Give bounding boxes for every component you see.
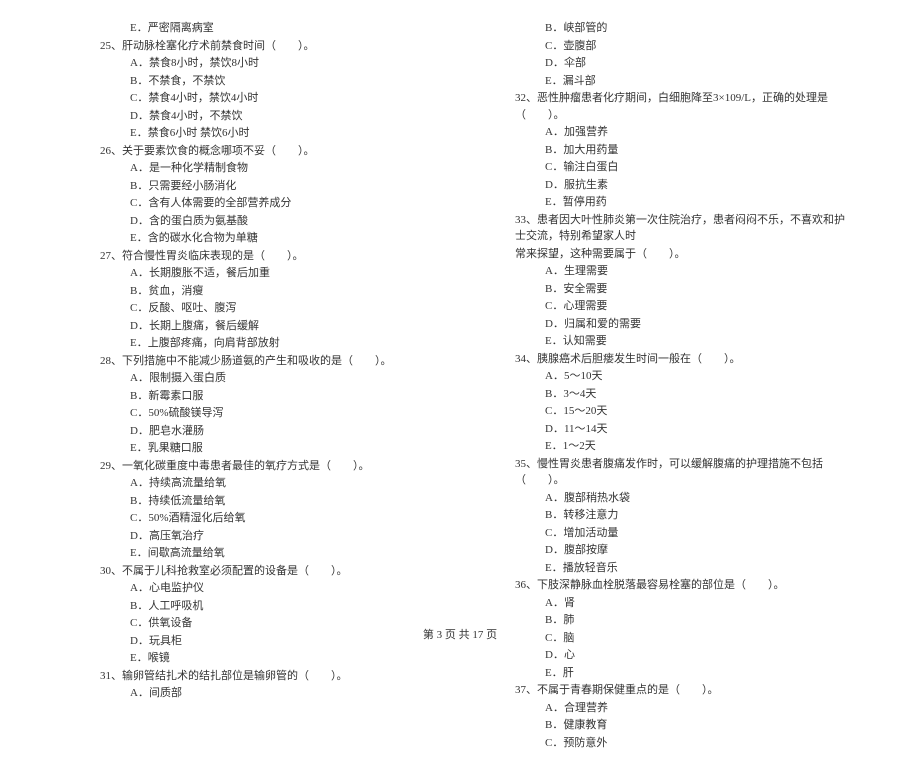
question-item: 25、肝动脉栓塞化疗术前禁食时间（ ）。 bbox=[100, 38, 435, 55]
option-item: D．腹部按摩 bbox=[515, 542, 850, 559]
question-item: 32、恶性肿瘤患者化疗期间，白细胞降至3×109/L，正确的处理是（ ）。 bbox=[515, 90, 850, 123]
option-item: A．加强营养 bbox=[515, 124, 850, 141]
option-item: E．严密隔离病室 bbox=[100, 20, 435, 37]
option-item: D．长期上腹痛，餐后缓解 bbox=[100, 318, 435, 335]
option-item: D．服抗生素 bbox=[515, 177, 850, 194]
option-item: C．50%硫酸镁导泻 bbox=[100, 405, 435, 422]
option-item: E．喉镜 bbox=[100, 650, 435, 667]
option-item: A．是一种化学精制食物 bbox=[100, 160, 435, 177]
option-item: C．禁食4小时，禁饮4小时 bbox=[100, 90, 435, 107]
question-item: 34、胰腺癌术后胆瘘发生时间一般在（ ）。 bbox=[515, 351, 850, 368]
option-item: E．乳果糖口服 bbox=[100, 440, 435, 457]
footer-text: 第 3 页 共 17 页 bbox=[423, 629, 497, 641]
option-item: D．肥皂水灌肠 bbox=[100, 423, 435, 440]
option-item: C．输注白蛋白 bbox=[515, 159, 850, 176]
option-item: D．禁食4小时，不禁饮 bbox=[100, 108, 435, 125]
option-item: B．持续低流量给氧 bbox=[100, 493, 435, 510]
option-item: A．合理营养 bbox=[515, 700, 850, 717]
option-item: B．转移注意力 bbox=[515, 507, 850, 524]
option-item: A．肾 bbox=[515, 595, 850, 612]
option-item: C．心理需要 bbox=[515, 298, 850, 315]
option-item: A．限制摄入蛋白质 bbox=[100, 370, 435, 387]
option-item: B．贫血，消瘦 bbox=[100, 283, 435, 300]
option-item: E．上腹部疼痛，向肩背部放射 bbox=[100, 335, 435, 352]
option-item: D．含的蛋白质为氨基酸 bbox=[100, 213, 435, 230]
option-item: C．50%酒精湿化后给氧 bbox=[100, 510, 435, 527]
option-item: C．15～20天 bbox=[515, 403, 850, 420]
option-item: C．含有人体需要的全部营养成分 bbox=[100, 195, 435, 212]
option-item: B．新霉素口服 bbox=[100, 388, 435, 405]
question-item: 36、下肢深静脉血栓脱落最容易栓塞的部位是（ ）。 bbox=[515, 577, 850, 594]
option-item: B．安全需要 bbox=[515, 281, 850, 298]
option-item: A．持续高流量给氧 bbox=[100, 475, 435, 492]
option-item: E．间歇高流量给氧 bbox=[100, 545, 435, 562]
option-item: E．认知需要 bbox=[515, 333, 850, 350]
option-item: B．不禁食，不禁饮 bbox=[100, 73, 435, 90]
option-item: C．增加活动量 bbox=[515, 525, 850, 542]
option-item: B．3～4天 bbox=[515, 386, 850, 403]
option-item: B．健康教育 bbox=[515, 717, 850, 734]
option-item: E．漏斗部 bbox=[515, 73, 850, 90]
page-container: E．严密隔离病室25、肝动脉栓塞化疗术前禁食时间（ ）。A．禁食8小时，禁饮8小… bbox=[0, 0, 920, 782]
option-item: A．长期腹胀不适，餐后加重 bbox=[100, 265, 435, 282]
question-item: 26、关于要素饮食的概念哪项不妥（ ）。 bbox=[100, 143, 435, 160]
option-item: E．暂停用药 bbox=[515, 194, 850, 211]
option-item: A．禁食8小时，禁饮8小时 bbox=[100, 55, 435, 72]
option-item: B．加大用药量 bbox=[515, 142, 850, 159]
option-item: B．峡部管的 bbox=[515, 20, 850, 37]
question-item: 29、一氧化碳重度中毒患者最佳的氧疗方式是（ ）。 bbox=[100, 458, 435, 475]
option-item: A．心电监护仪 bbox=[100, 580, 435, 597]
option-item: C．壶腹部 bbox=[515, 38, 850, 55]
option-item: E．肝 bbox=[515, 665, 850, 682]
option-item: A．生理需要 bbox=[515, 263, 850, 280]
question-item: 35、慢性胃炎患者腹痛发作时，可以缓解腹痛的护理措施不包括（ ）。 bbox=[515, 456, 850, 489]
option-item: A．5～10天 bbox=[515, 368, 850, 385]
option-item: A．间质部 bbox=[100, 685, 435, 702]
option-item: D．归属和爱的需要 bbox=[515, 316, 850, 333]
question-item: 37、不属于青春期保健重点的是（ ）。 bbox=[515, 682, 850, 699]
option-item: C．预防意外 bbox=[515, 735, 850, 752]
option-item: D．心 bbox=[515, 647, 850, 664]
question-item: 33、患者因大叶性肺炎第一次住院治疗，患者闷闷不乐，不喜欢和护士交流，特别希望家… bbox=[515, 212, 850, 245]
question-item: 28、下列措施中不能减少肠道氨的产生和吸收的是（ ）。 bbox=[100, 353, 435, 370]
left-column: E．严密隔离病室25、肝动脉栓塞化疗术前禁食时间（ ）。A．禁食8小时，禁饮8小… bbox=[100, 20, 435, 752]
page-footer: 第 3 页 共 17 页 bbox=[0, 626, 920, 642]
option-item: E．播放轻音乐 bbox=[515, 560, 850, 577]
option-item: B．人工呼吸机 bbox=[100, 598, 435, 615]
right-column: B．峡部管的C．壶腹部D．伞部E．漏斗部32、恶性肿瘤患者化疗期间，白细胞降至3… bbox=[515, 20, 850, 752]
question-item: 30、不属于儿科抢救室必须配置的设备是（ ）。 bbox=[100, 563, 435, 580]
question-item: 31、输卵管结扎术的结扎部位是输卵管的（ ）。 bbox=[100, 668, 435, 685]
option-item: D．高压氧治疗 bbox=[100, 528, 435, 545]
option-item: E．1～2天 bbox=[515, 438, 850, 455]
option-item: B．只需要经小肠消化 bbox=[100, 178, 435, 195]
option-item: D．伞部 bbox=[515, 55, 850, 72]
option-item: E．含的碳水化合物为单糖 bbox=[100, 230, 435, 247]
option-item: C．反酸、呕吐、腹泻 bbox=[100, 300, 435, 317]
question-continuation: 常来探望，这种需要属于（ ）。 bbox=[515, 246, 850, 263]
question-item: 27、符合慢性胃炎临床表现的是（ ）。 bbox=[100, 248, 435, 265]
option-item: A．腹部稍热水袋 bbox=[515, 490, 850, 507]
option-item: D．11～14天 bbox=[515, 421, 850, 438]
option-item: E．禁食6小时 禁饮6小时 bbox=[100, 125, 435, 142]
